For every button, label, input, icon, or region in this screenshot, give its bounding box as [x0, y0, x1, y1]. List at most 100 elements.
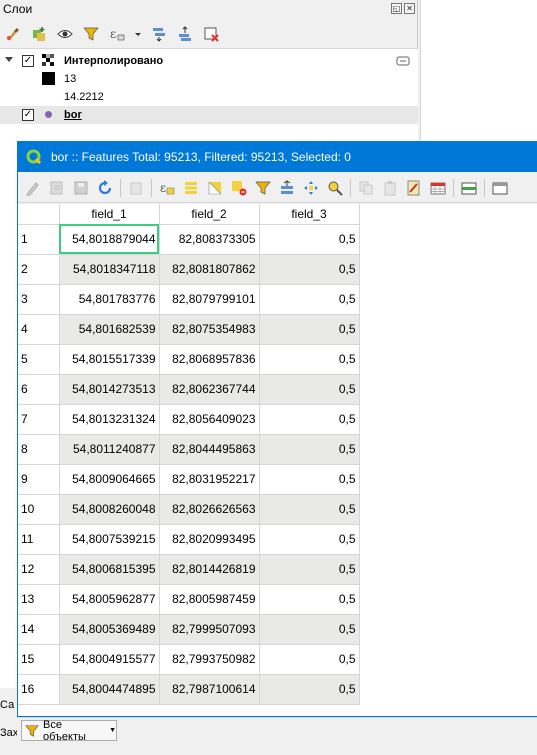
- filter-selected-icon[interactable]: [254, 179, 272, 197]
- expand-all-icon[interactable]: [150, 25, 168, 43]
- table-row[interactable]: 4 54,801682539 82,8075354983 0,5: [18, 314, 360, 345]
- layer-item-bor[interactable]: ✓ bor: [0, 106, 418, 124]
- field-2-cell[interactable]: 82,8056409023: [159, 404, 260, 435]
- table-row[interactable]: 15 54,8004915577 82,7993750982 0,5: [18, 644, 360, 675]
- field-2-cell[interactable]: 82,8031952217: [159, 464, 260, 495]
- row-header[interactable]: 11: [18, 524, 60, 555]
- row-header[interactable]: 7: [18, 404, 60, 435]
- actions-icon[interactable]: [491, 179, 509, 197]
- pan-to-selection-icon[interactable]: [302, 179, 320, 197]
- field-3-cell[interactable]: 0,5: [259, 314, 360, 345]
- field-3-cell[interactable]: 0,5: [259, 524, 360, 555]
- table-row[interactable]: 9 54,8009064665 82,8031952217 0,5: [18, 464, 360, 495]
- add-group-icon[interactable]: [30, 25, 48, 43]
- reload-icon[interactable]: [96, 179, 114, 197]
- table-row[interactable]: 8 54,8011240877 82,8044495863 0,5: [18, 434, 360, 465]
- row-header[interactable]: 15: [18, 644, 60, 675]
- layer-visibility-checkbox[interactable]: ✓: [22, 55, 34, 67]
- table-row[interactable]: 11 54,8007539215 82,8020993495 0,5: [18, 524, 360, 555]
- field-2-cell[interactable]: 82,8026626563: [159, 494, 260, 525]
- field-3-cell[interactable]: 0,5: [259, 374, 360, 405]
- invert-selection-icon[interactable]: [206, 179, 224, 197]
- remove-layer-icon[interactable]: [202, 25, 220, 43]
- field-1-cell[interactable]: 54,8018879044: [59, 224, 160, 255]
- partial-tab-label[interactable]: Зах: [0, 727, 18, 739]
- field-1-cell[interactable]: 54,8006815395: [59, 554, 160, 585]
- field-3-cell[interactable]: 0,5: [259, 254, 360, 285]
- row-header[interactable]: 12: [18, 554, 60, 585]
- field-1-cell[interactable]: 54,8013231324: [59, 404, 160, 435]
- zoom-to-selection-icon[interactable]: [326, 179, 344, 197]
- field-1-cell[interactable]: 54,8015517339: [59, 344, 160, 375]
- field-2-cell[interactable]: 82,7987100614: [159, 674, 260, 705]
- copy-rows-icon[interactable]: [357, 179, 375, 197]
- field-1-cell[interactable]: 54,8004915577: [59, 644, 160, 675]
- table-row[interactable]: 12 54,8006815395 82,8014426819 0,5: [18, 554, 360, 585]
- field-3-cell[interactable]: 0,5: [259, 464, 360, 495]
- table-row[interactable]: 3 54,801783776 82,8079799101 0,5: [18, 284, 360, 315]
- field-3-cell[interactable]: 0,5: [259, 404, 360, 435]
- deselect-all-icon[interactable]: [230, 179, 248, 197]
- table-row[interactable]: 6 54,8014273513 82,8062367744 0,5: [18, 374, 360, 405]
- toggle-editing-icon[interactable]: [24, 179, 42, 197]
- field-1-cell[interactable]: 54,8009064665: [59, 464, 160, 495]
- table-row[interactable]: 13 54,8005962877 82,8005987459 0,5: [18, 584, 360, 615]
- field-2-cell[interactable]: 82,808373305: [159, 224, 260, 255]
- row-header[interactable]: 1: [18, 224, 60, 255]
- field-3-cell[interactable]: 0,5: [259, 584, 360, 615]
- field-3-cell[interactable]: 0,5: [259, 644, 360, 675]
- partial-tab-label[interactable]: Са: [0, 699, 14, 711]
- field-1-cell[interactable]: 54,801783776: [59, 284, 160, 315]
- field-3-cell[interactable]: 0,5: [259, 554, 360, 585]
- row-header[interactable]: 4: [18, 314, 60, 345]
- chevron-down-icon[interactable]: [134, 25, 142, 43]
- layer-item-interpolated[interactable]: ✓ Интерполировано: [0, 52, 418, 70]
- field-calculator-icon[interactable]: [405, 179, 423, 197]
- field-1-cell[interactable]: 54,8014273513: [59, 374, 160, 405]
- row-header[interactable]: 2: [18, 254, 60, 285]
- table-row[interactable]: 14 54,8005369489 82,7999507093 0,5: [18, 614, 360, 645]
- filter-legend-icon[interactable]: [82, 25, 100, 43]
- corner-cell[interactable]: [18, 204, 60, 225]
- row-header[interactable]: 9: [18, 464, 60, 495]
- field-1-cell[interactable]: 54,8004474895: [59, 674, 160, 705]
- field-3-cell[interactable]: 0,5: [259, 434, 360, 465]
- layer-indicator-icon[interactable]: [396, 55, 410, 67]
- field-3-cell[interactable]: 0,5: [259, 284, 360, 315]
- select-all-icon[interactable]: [182, 179, 200, 197]
- row-header[interactable]: 10: [18, 494, 60, 525]
- field-1-cell[interactable]: 54,8007539215: [59, 524, 160, 555]
- table-row[interactable]: 10 54,8008260048 82,8026626563 0,5: [18, 494, 360, 525]
- open-layer-styling-icon[interactable]: [4, 25, 22, 43]
- table-row[interactable]: 16 54,8004474895 82,7987100614 0,5: [18, 674, 360, 705]
- table-row[interactable]: 2 54,8018347118 82,8081807862 0,5: [18, 254, 360, 285]
- field-2-cell[interactable]: 82,8075354983: [159, 314, 260, 345]
- column-header[interactable]: field_3: [259, 204, 360, 225]
- field-3-cell[interactable]: 0,5: [259, 494, 360, 525]
- table-row[interactable]: 5 54,8015517339 82,8068957836 0,5: [18, 344, 360, 375]
- field-2-cell[interactable]: 82,7999507093: [159, 614, 260, 645]
- collapse-all-icon[interactable]: [176, 25, 194, 43]
- select-by-expression-icon[interactable]: ε: [158, 179, 176, 197]
- row-header[interactable]: 5: [18, 344, 60, 375]
- column-header[interactable]: field_1: [59, 204, 160, 225]
- add-feature-icon[interactable]: [127, 179, 145, 197]
- close-panel-button[interactable]: ✕: [404, 3, 415, 14]
- field-1-cell[interactable]: 54,801682539: [59, 314, 160, 345]
- column-header[interactable]: field_2: [159, 204, 260, 225]
- move-selection-top-icon[interactable]: [278, 179, 296, 197]
- field-1-cell[interactable]: 54,8018347118: [59, 254, 160, 285]
- field-2-cell[interactable]: 82,8062367744: [159, 374, 260, 405]
- field-2-cell[interactable]: 82,8079799101: [159, 284, 260, 315]
- field-2-cell[interactable]: 82,8014426819: [159, 554, 260, 585]
- field-1-cell[interactable]: 54,8011240877: [59, 434, 160, 465]
- save-edits-icon[interactable]: [72, 179, 90, 197]
- manage-visibility-icon[interactable]: [56, 25, 74, 43]
- field-2-cell[interactable]: 82,8044495863: [159, 434, 260, 465]
- field-2-cell[interactable]: 82,7993750982: [159, 644, 260, 675]
- conditional-formatting-icon[interactable]: [429, 179, 447, 197]
- row-header[interactable]: 14: [18, 614, 60, 645]
- expand-arrow-icon[interactable]: [5, 57, 13, 62]
- show-features-dropdown[interactable]: Все объекты ▼: [21, 719, 117, 743]
- row-header[interactable]: 3: [18, 284, 60, 315]
